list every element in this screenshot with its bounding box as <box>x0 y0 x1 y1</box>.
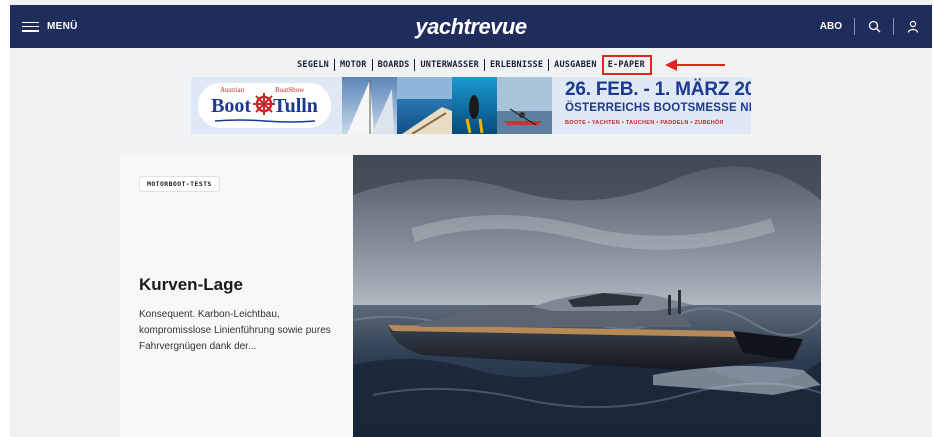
abo-link[interactable]: ABO <box>820 21 842 32</box>
top-bar: MENÜ yachtrevue ABO <box>10 5 932 48</box>
nav-item-unterwasser[interactable]: UNTERWASSER <box>415 60 484 70</box>
banner-date: 26. FEB. - 1. MÄRZ 2026 <box>565 79 751 100</box>
nav-item-boards[interactable]: BOARDS <box>373 60 415 70</box>
article-text-panel: MOTORBOOT-TESTS Kurven-Lage Konsequent. … <box>120 155 353 437</box>
logo-small-left: Austrian <box>220 86 245 94</box>
article-headline[interactable]: Kurven-Lage <box>139 275 243 295</box>
motorboat-photo[interactable] <box>353 155 821 437</box>
ship-wheel-icon <box>253 93 275 115</box>
user-icon[interactable] <box>906 20 920 34</box>
search-icon[interactable] <box>867 20 881 34</box>
banner-subtitle: ÖSTERREICHS BOOTSMESSE NR. 1 <box>565 102 751 114</box>
nav-item-ausgaben[interactable]: AUSGABEN <box>549 60 602 70</box>
nav-item-e-paper[interactable]: E-PAPER <box>601 55 653 75</box>
logo-word-right: Tulln <box>273 95 318 117</box>
boatshow-banner-ad[interactable]: Austrian BoatShow Boot Tulln 26. FEB. - … <box>191 77 751 134</box>
boot-tulln-logo: Austrian BoatShow Boot Tulln <box>198 83 331 128</box>
category-tag[interactable]: MOTORBOOT-TESTS <box>139 176 220 192</box>
header-tools: ABO <box>820 5 920 48</box>
divider <box>893 18 894 35</box>
nav-item-motor[interactable]: MOTOR <box>335 60 372 70</box>
logo-small-right: BoatShow <box>275 86 305 94</box>
divider <box>854 18 855 35</box>
section-nav: SEGELN MOTOR BOARDS UNTERWASSER ERLEBNIS… <box>10 55 932 75</box>
page: MENÜ yachtrevue ABO SEGELN MOTOR BOARDS … <box>10 0 932 437</box>
watersports-photo-strip <box>342 77 552 134</box>
nav-item-segeln[interactable]: SEGELN <box>292 60 334 70</box>
featured-article-card[interactable]: MOTORBOOT-TESTS Kurven-Lage Konsequent. … <box>120 155 821 437</box>
wave-decoration <box>215 119 315 123</box>
logo-word-left: Boot <box>211 95 252 117</box>
banner-tags: BOOTE • YACHTEN • TAUCHEN • PADDELN • ZU… <box>565 120 724 126</box>
arrow-left-icon <box>665 59 725 71</box>
site-logo[interactable]: yachtrevue <box>10 5 932 48</box>
nav-item-erlebnisse[interactable]: ERLEBNISSE <box>485 60 548 70</box>
article-teaser: Konsequent. Karbon-Leichtbau, kompromiss… <box>139 309 331 352</box>
